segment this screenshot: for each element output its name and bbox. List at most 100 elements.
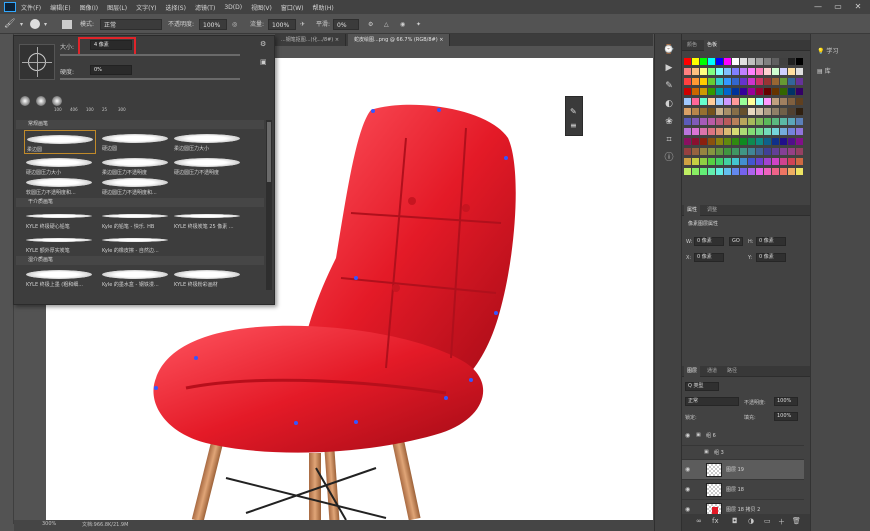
- color-swatch[interactable]: [780, 128, 787, 135]
- menu-item-window[interactable]: 窗口(W): [281, 3, 304, 12]
- color-swatch[interactable]: [788, 58, 795, 65]
- color-swatch[interactable]: [756, 78, 763, 85]
- w-input[interactable]: 0 像素: [694, 237, 724, 246]
- menu-item-edit[interactable]: 编辑(E): [50, 3, 70, 12]
- color-swatch[interactable]: [732, 98, 739, 105]
- close-window-button[interactable]: ✕: [848, 0, 868, 14]
- color-swatch[interactable]: [796, 88, 803, 95]
- menu-item-3d[interactable]: 3D(D): [224, 4, 242, 11]
- color-swatch[interactable]: [716, 128, 723, 135]
- color-swatch[interactable]: [692, 158, 699, 165]
- link-go-button[interactable]: GO: [729, 237, 743, 246]
- color-swatch[interactable]: [708, 98, 715, 105]
- color-swatch[interactable]: [692, 88, 699, 95]
- color-swatch[interactable]: [740, 78, 747, 85]
- brush-angle-preview[interactable]: [19, 44, 55, 80]
- color-swatch[interactable]: [700, 158, 707, 165]
- color-swatch[interactable]: [692, 98, 699, 105]
- color-swatch[interactable]: [724, 168, 731, 175]
- color-swatch[interactable]: [724, 88, 731, 95]
- color-swatch[interactable]: [756, 68, 763, 75]
- brush-preset[interactable]: Kyle 的墨水盒 - 钢铁漫...: [100, 266, 172, 290]
- color-swatch[interactable]: [788, 68, 795, 75]
- color-swatch[interactable]: [748, 88, 755, 95]
- brush-preset[interactable]: KYLE 额外厚实炭笔: [24, 232, 96, 256]
- color-swatch[interactable]: [764, 118, 771, 125]
- color-swatch[interactable]: [724, 58, 731, 65]
- tab-adjustments[interactable]: 调整: [704, 205, 720, 216]
- color-swatch[interactable]: [700, 118, 707, 125]
- tab-paths[interactable]: 路径: [724, 366, 740, 377]
- mode-select[interactable]: 正常: [100, 19, 162, 30]
- tab-channels[interactable]: 通道: [704, 366, 720, 377]
- color-swatch[interactable]: [756, 138, 763, 145]
- chevron-down-icon[interactable]: ▾: [20, 19, 23, 30]
- color-swatch[interactable]: [740, 108, 747, 115]
- brush-group-dry-media[interactable]: 干介质画笔: [16, 198, 264, 207]
- layer-row-selected[interactable]: ◉ 图层 19: [682, 460, 804, 480]
- 3d-icon[interactable]: ❀: [663, 116, 675, 128]
- brush-preset-picker[interactable]: [30, 19, 40, 29]
- color-swatch[interactable]: [764, 108, 771, 115]
- color-swatch[interactable]: [788, 128, 795, 135]
- airbrush-icon[interactable]: ✈: [300, 19, 305, 30]
- color-swatch[interactable]: [716, 118, 723, 125]
- color-swatch[interactable]: [740, 58, 747, 65]
- color-swatch[interactable]: [684, 148, 691, 155]
- color-swatch[interactable]: [740, 148, 747, 155]
- link-layers-icon[interactable]: ∞: [696, 517, 702, 525]
- h-input[interactable]: 0 像素: [756, 237, 786, 246]
- color-swatch[interactable]: [700, 68, 707, 75]
- gear-icon[interactable]: ⚙: [368, 19, 373, 30]
- color-swatch[interactable]: [780, 58, 787, 65]
- brush-preset[interactable]: KYLE 终极粉彩画材: [172, 266, 244, 290]
- color-swatch[interactable]: [692, 108, 699, 115]
- color-swatch[interactable]: [732, 158, 739, 165]
- color-swatch[interactable]: [684, 78, 691, 85]
- color-swatch[interactable]: [732, 128, 739, 135]
- color-swatch[interactable]: [692, 148, 699, 155]
- color-swatch[interactable]: [684, 158, 691, 165]
- color-swatch[interactable]: [700, 78, 707, 85]
- color-swatch[interactable]: [788, 148, 795, 155]
- color-swatch[interactable]: [732, 88, 739, 95]
- color-swatch[interactable]: [756, 168, 763, 175]
- color-swatch[interactable]: [740, 128, 747, 135]
- color-swatch[interactable]: [724, 138, 731, 145]
- angle-icon[interactable]: △: [384, 19, 389, 30]
- color-swatch[interactable]: [700, 128, 707, 135]
- color-swatch[interactable]: [732, 148, 739, 155]
- color-swatch[interactable]: [732, 68, 739, 75]
- color-swatch[interactable]: [724, 128, 731, 135]
- color-swatch[interactable]: [772, 88, 779, 95]
- color-swatch[interactable]: [684, 68, 691, 75]
- brush-preset[interactable]: 软圆压力不透明度和...: [24, 174, 96, 198]
- eye-icon[interactable]: ◉: [685, 466, 690, 473]
- color-swatch[interactable]: [748, 78, 755, 85]
- color-swatch[interactable]: [700, 138, 707, 145]
- color-swatch[interactable]: [740, 98, 747, 105]
- layer-row[interactable]: ◉ ▣ 组 6: [682, 426, 804, 446]
- new-preset-icon[interactable]: ▣: [260, 58, 267, 66]
- color-swatch[interactable]: [692, 68, 699, 75]
- color-swatch[interactable]: [724, 98, 731, 105]
- eye-icon[interactable]: ◉: [685, 432, 690, 439]
- blend-mode-select[interactable]: 正常: [685, 397, 739, 406]
- library-item[interactable]: ▤ 库: [817, 66, 831, 75]
- color-swatch[interactable]: [700, 58, 707, 65]
- color-swatch[interactable]: [764, 158, 771, 165]
- color-swatch[interactable]: [716, 108, 723, 115]
- color-swatch[interactable]: [748, 98, 755, 105]
- brush-preset[interactable]: KYLE 终极炭笔 25 像素 ...: [172, 208, 244, 232]
- color-swatch[interactable]: [724, 78, 731, 85]
- menu-item-file[interactable]: 文件(F): [21, 3, 41, 12]
- color-swatch[interactable]: [796, 128, 803, 135]
- menu-item-filter[interactable]: 滤镜(T): [195, 3, 215, 12]
- color-swatch[interactable]: [764, 58, 771, 65]
- color-swatch[interactable]: [780, 68, 787, 75]
- color-swatch[interactable]: [796, 148, 803, 155]
- brush-icon[interactable]: ✎: [570, 107, 577, 116]
- brush-group-wet-media[interactable]: 湿介质画笔: [16, 256, 264, 265]
- color-swatch[interactable]: [764, 88, 771, 95]
- color-swatch[interactable]: [772, 68, 779, 75]
